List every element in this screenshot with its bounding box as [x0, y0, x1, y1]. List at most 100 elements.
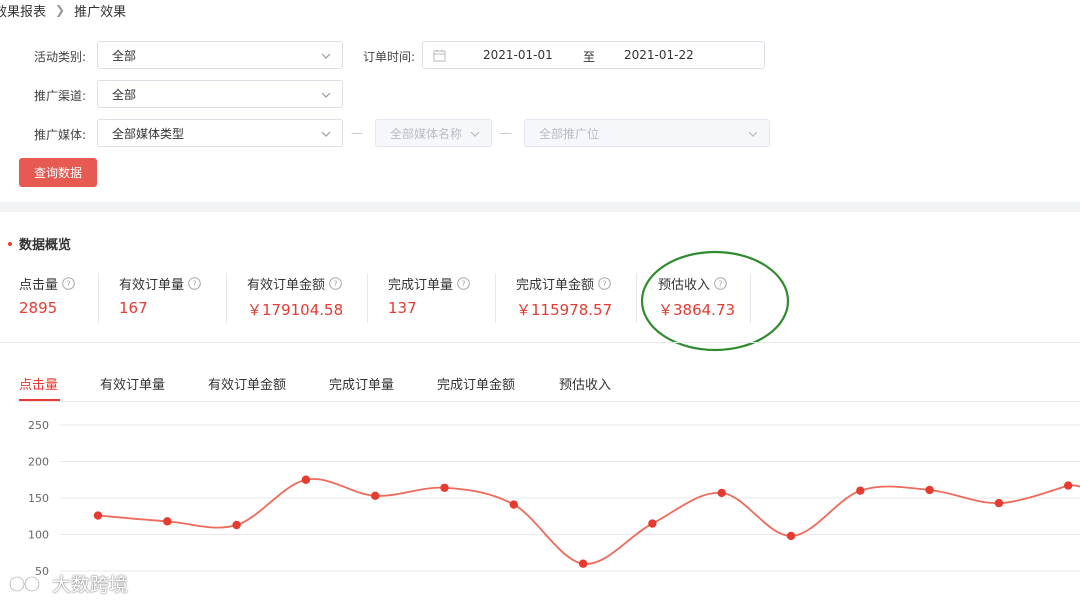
- active-tab-indicator: [19, 399, 60, 401]
- help-icon[interactable]: ?: [188, 277, 201, 290]
- help-icon[interactable]: ?: [598, 277, 611, 290]
- breadcrumb: 效果报表 ❯ 推广效果: [0, 0, 126, 20]
- data-point: [93, 511, 103, 520]
- data-point: [925, 485, 934, 495]
- overview-title-text: 数据概览: [19, 238, 72, 253]
- data-point: [786, 531, 796, 541]
- data-point: [509, 500, 518, 509]
- metric-label: 完成订单量: [388, 278, 454, 293]
- metric-label: 有效订单量: [119, 278, 185, 293]
- chevron-right-icon: ❯: [55, 3, 66, 17]
- media-label: 推广媒体:: [34, 128, 87, 142]
- y-tick-label: 250: [28, 419, 49, 432]
- y-tick-label: 100: [28, 529, 49, 542]
- svg-text:?: ?: [602, 280, 606, 289]
- svg-text:?: ?: [192, 280, 196, 289]
- overview-divider: [0, 342, 1080, 343]
- metric-value: ￥115978.57: [516, 301, 613, 319]
- end-date[interactable]: 2021-01-22: [624, 48, 694, 62]
- data-point: [648, 519, 657, 528]
- svg-text:?: ?: [66, 280, 70, 289]
- chevron-down-icon: [470, 131, 480, 137]
- activity-type-label: 活动类别:: [34, 50, 87, 64]
- breadcrumb-current: 推广效果: [74, 4, 127, 20]
- tab-clicks[interactable]: 点击量: [19, 374, 58, 393]
- metric-value: ￥179104.58: [247, 301, 344, 319]
- data-point: [440, 483, 449, 492]
- date-separator: 至: [583, 50, 596, 64]
- channel-value: 全部: [112, 87, 137, 102]
- dash-separator: —: [500, 126, 512, 140]
- svg-text:?: ?: [333, 280, 337, 289]
- channel-select[interactable]: 全部: [97, 80, 343, 108]
- watermark: 大数跨境: [8, 570, 128, 597]
- order-time-label: 订单时间:: [363, 50, 416, 64]
- metric-label: 有效订单金额: [247, 278, 326, 293]
- chevron-down-icon: [748, 131, 758, 137]
- calendar-icon: [433, 49, 446, 62]
- tab-valid-orders[interactable]: 有效订单量: [100, 374, 165, 393]
- tab-valid-order-amount[interactable]: 有效订单金额: [208, 374, 286, 393]
- metric-completed-orders: 完成订单量 ? 137: [388, 274, 470, 317]
- section-divider: [0, 202, 1080, 212]
- tab-estimated-income[interactable]: 预估收入: [559, 374, 611, 393]
- metric-value: 2895: [19, 299, 58, 317]
- chevron-down-icon: [321, 92, 331, 98]
- chevron-down-icon: [321, 53, 331, 59]
- overview-title: 数据概览: [8, 234, 71, 253]
- bullet-icon: [8, 241, 12, 246]
- media-name-select[interactable]: 全部媒体名称: [375, 119, 492, 147]
- tab-completed-order-amount[interactable]: 完成订单金额: [437, 374, 515, 393]
- tab-completed-orders[interactable]: 完成订单量: [329, 374, 394, 393]
- help-icon[interactable]: ?: [457, 277, 470, 290]
- query-data-button[interactable]: 查询数据: [19, 158, 97, 187]
- data-point: [717, 488, 726, 498]
- help-icon[interactable]: ?: [329, 277, 342, 290]
- metric-value: 167: [119, 299, 148, 317]
- activity-type-select[interactable]: 全部: [97, 41, 343, 69]
- media-name-placeholder: 全部媒体名称: [390, 126, 463, 141]
- metric-label: 完成订单金额: [516, 278, 595, 293]
- metric-divider: [226, 273, 227, 323]
- tabs-baseline: [19, 401, 1080, 402]
- metric-divider: [636, 273, 637, 323]
- metric-clicks: 点击量 ? 2895: [19, 274, 75, 317]
- metric-divider: [367, 273, 368, 323]
- data-point: [1064, 481, 1073, 490]
- start-date[interactable]: 2021-01-01: [483, 48, 553, 62]
- data-point: [371, 491, 380, 501]
- metric-label: 点击量: [19, 278, 59, 293]
- help-icon[interactable]: ?: [62, 277, 75, 290]
- media-type-select[interactable]: 全部媒体类型: [97, 119, 343, 147]
- chevron-down-icon: [321, 131, 331, 137]
- y-tick-label: 200: [28, 456, 49, 469]
- data-point: [232, 520, 241, 530]
- metric-completed-order-amount: 完成订单金额 ? ￥115978.57: [516, 274, 612, 320]
- watermark-text: 大数跨境: [52, 574, 129, 596]
- channel-label: 推广渠道:: [34, 89, 87, 103]
- clicks-line-chart: 25020015010050: [28, 419, 1080, 578]
- metric-divider: [495, 273, 496, 323]
- order-time-range-picker[interactable]: 2021-01-01 至 2021-01-22: [422, 41, 765, 69]
- media-position-placeholder: 全部推广位: [539, 126, 600, 141]
- highlight-circle-annotation: [640, 250, 790, 352]
- y-tick-label: 150: [28, 492, 49, 505]
- data-point: [301, 475, 311, 484]
- dash-separator: —: [351, 126, 363, 140]
- svg-text:?: ?: [461, 280, 465, 289]
- data-point: [163, 517, 172, 526]
- data-point: [578, 559, 588, 568]
- breadcrumb-parent[interactable]: 效果报表: [0, 1, 46, 20]
- metric-value: 137: [388, 299, 417, 317]
- data-point: [994, 498, 1004, 508]
- activity-type-value: 全部: [112, 48, 137, 63]
- media-position-select[interactable]: 全部推广位: [524, 119, 770, 147]
- watermark-logo-icon: [9, 575, 40, 592]
- metric-valid-orders: 有效订单量 ? 167: [119, 274, 201, 317]
- metric-divider: [98, 273, 99, 323]
- filter-panel: 活动类别: 全部 订单时间: 2021-01-01 至 2021-01-22 推…: [0, 26, 1080, 202]
- data-point: [856, 486, 865, 495]
- media-type-value: 全部媒体类型: [112, 126, 185, 141]
- metric-valid-order-amount: 有效订单金额 ? ￥179104.58: [247, 274, 343, 320]
- metric-tabs: 点击量 有效订单量 有效订单金额 完成订单量 完成订单金额 预估收入: [0, 372, 1080, 402]
